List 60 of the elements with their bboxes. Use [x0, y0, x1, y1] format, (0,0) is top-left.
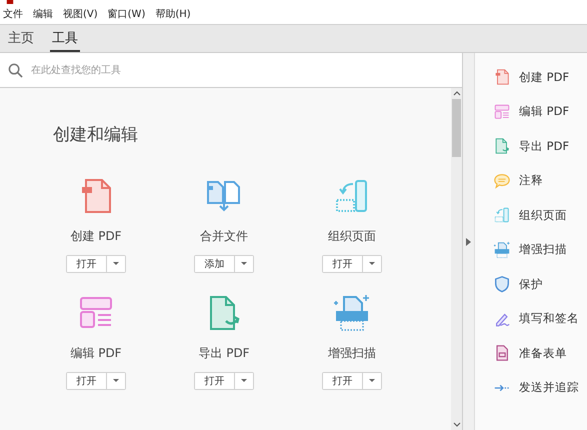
pages-icon	[493, 206, 511, 224]
caret-icon	[113, 262, 119, 266]
search-field[interactable]: 在此处查找您的工具	[29, 64, 462, 76]
sidebar-item[interactable]: 导出 PDF	[493, 136, 587, 156]
caret-icon	[369, 262, 375, 266]
open-button[interactable]: 添加	[195, 256, 235, 272]
open-button[interactable]: 打开	[67, 373, 107, 389]
open-button[interactable]: 打开	[323, 373, 363, 389]
scrollbar[interactable]	[451, 88, 462, 430]
menu-item[interactable]: 帮助(H)	[155, 7, 191, 21]
sidebar-item[interactable]: 组织页面	[493, 205, 587, 225]
scanner-icon[interactable]	[332, 293, 372, 333]
sidebar-item[interactable]: 填写和签名	[493, 308, 587, 328]
sidebar-item[interactable]: 增强扫描	[493, 240, 587, 260]
sidebar-item-label: 填写和签名	[519, 311, 579, 326]
sidebar-item[interactable]: 注释	[493, 170, 587, 190]
menu-item[interactable]: 编辑	[33, 7, 53, 21]
open-button[interactable]: 打开	[195, 373, 235, 389]
search-icon	[8, 62, 23, 78]
open-button[interactable]: 打开	[67, 256, 107, 272]
section-heading: 创建和编辑	[53, 124, 139, 146]
tool-name[interactable]: 编辑 PDF	[70, 345, 122, 362]
tool-name[interactable]: 增强扫描	[328, 345, 376, 362]
sidebar-item-label: 编辑 PDF	[519, 104, 570, 119]
scanner-icon	[493, 240, 511, 258]
sidebar-item-label: 保护	[519, 276, 543, 292]
sidebar-item-label: 组织页面	[519, 208, 567, 222]
sidebar-item[interactable]: 发送并追踪	[493, 378, 587, 398]
open-button[interactable]: 打开	[323, 256, 363, 272]
expand-arrow-icon[interactable]	[466, 238, 471, 246]
sidebar-item-label: 创建 PDF	[519, 70, 570, 84]
scroll-down-icon[interactable]	[452, 422, 460, 427]
sidebar-item[interactable]: 创建 PDF	[493, 67, 587, 87]
speech-bubble-icon	[493, 172, 511, 190]
sidebar-item[interactable]: 编辑 PDF	[493, 102, 587, 122]
menu-item[interactable]: 窗口(W)	[108, 7, 146, 21]
sidebar-item-label: 增强扫描	[519, 242, 567, 257]
tab[interactable]: 主页	[6, 25, 36, 52]
document-arrow-icon	[493, 137, 511, 155]
sidebar-item[interactable]: 准备表单	[493, 343, 587, 363]
menu-item[interactable]: 文件	[3, 7, 23, 21]
menu-item[interactable]: 视图(V)	[63, 7, 98, 21]
caret-icon	[369, 379, 375, 383]
sidebar-item-label: 注释	[519, 173, 543, 188]
shield-icon	[493, 275, 511, 293]
sidebar-item[interactable]: 保护	[493, 274, 587, 294]
caret-icon	[241, 379, 247, 383]
scroll-thumb[interactable]	[452, 99, 461, 157]
document-icon	[493, 68, 511, 86]
tool-name[interactable]: 创建 PDF	[70, 228, 122, 245]
layout-icon	[493, 102, 511, 120]
tool-name[interactable]: 合并文件	[200, 228, 248, 245]
sidebar-item-label: 导出 PDF	[519, 138, 570, 154]
scroll-up-icon[interactable]	[452, 91, 460, 96]
sidebar-item-label: 准备表单	[519, 346, 567, 360]
sidebar-item-label: 发送并追踪	[519, 380, 579, 395]
caret-icon	[113, 379, 119, 383]
tool-name[interactable]: 导出 PDF	[198, 345, 250, 362]
tool-name[interactable]: 组织页面	[328, 228, 376, 245]
caret-icon	[241, 262, 247, 266]
